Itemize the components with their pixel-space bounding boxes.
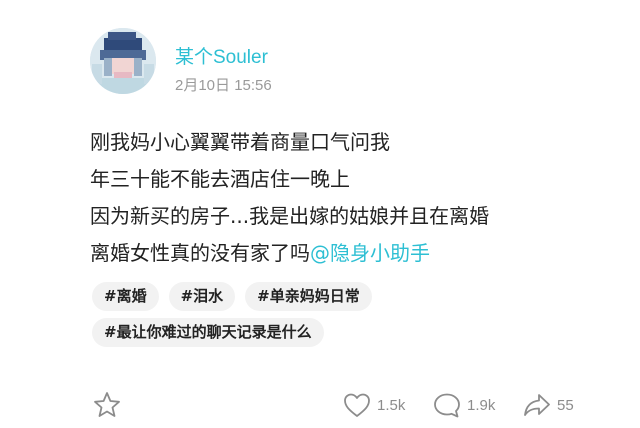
tag-divorce[interactable]: #离婚 <box>92 282 159 311</box>
tag-list: #离婚 #泪水 #单亲妈妈日常 #最让你难过的聊天记录是什么 <box>92 282 592 354</box>
like-count: 1.5k <box>377 396 406 414</box>
post-line: 年三十能不能去酒店住一晚上 <box>90 167 350 191</box>
comment-count: 1.9k <box>467 396 496 414</box>
avatar[interactable] <box>90 28 156 94</box>
author-name[interactable]: 某个Souler <box>175 42 268 69</box>
post-line-text: 离婚女性真的没有家了吗 <box>90 241 310 265</box>
action-bar: 1.5k 1.9k 55 <box>70 384 610 424</box>
post-line-last: 离婚女性真的没有家了吗@隐身小助手 <box>90 235 600 272</box>
share-count: 55 <box>557 396 574 414</box>
tag-saddest-chat-record[interactable]: #最让你难过的聊天记录是什么 <box>92 318 324 347</box>
heart-outline-icon <box>344 393 370 417</box>
post-line: 刚我妈小心翼翼带着商量口气问我 <box>90 130 390 154</box>
share-arrow-icon <box>524 394 550 416</box>
post-card: 某个Souler 2月10日 15:56 刚我妈小心翼翼带着商量口气问我 年三十… <box>70 12 610 428</box>
post-timestamp: 2月10日 15:56 <box>175 77 272 94</box>
tag-row: #最让你难过的聊天记录是什么 <box>92 318 592 347</box>
comment-button[interactable]: 1.9k <box>432 390 495 420</box>
speech-bubble-icon <box>434 393 460 418</box>
post-content: 刚我妈小心翼翼带着商量口气问我 年三十能不能去酒店住一晚上 因为新买的房子...… <box>90 124 600 272</box>
star-outline-icon <box>94 392 120 417</box>
favorite-button[interactable] <box>92 390 122 420</box>
tag-row: #离婚 #泪水 #单亲妈妈日常 <box>92 282 592 311</box>
mention-link[interactable]: @隐身小助手 <box>310 241 430 265</box>
like-button[interactable]: 1.5k <box>342 390 405 420</box>
tag-single-mom-daily[interactable]: #单亲妈妈日常 <box>245 282 372 311</box>
tag-tears[interactable]: #泪水 <box>168 282 236 311</box>
post-line: 因为新买的房子...我是出嫁的姑娘并且在离婚 <box>90 204 490 228</box>
share-button[interactable]: 55 <box>522 390 574 420</box>
page: 某个Souler 2月10日 15:56 刚我妈小心翼翼带着商量口气问我 年三十… <box>0 0 640 428</box>
